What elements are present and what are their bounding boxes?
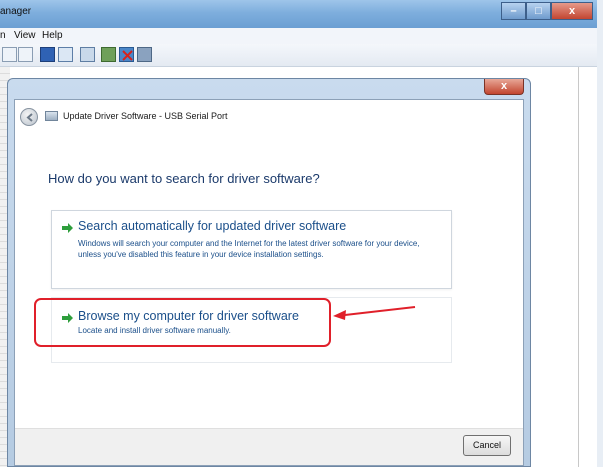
disable-icon[interactable] (137, 47, 152, 62)
dialog-close-button[interactable]: x (484, 79, 524, 95)
properties-icon[interactable] (40, 47, 55, 62)
update-driver-icon[interactable] (101, 47, 116, 62)
close-button[interactable]: x (551, 2, 593, 20)
cancel-button[interactable]: Cancel (463, 435, 511, 456)
menu-bar: n View Help (0, 28, 603, 44)
option-title: Search automatically for updated driver … (78, 219, 347, 233)
background-window-titlebar: anager – □ x (0, 0, 603, 28)
back-icon[interactable] (2, 47, 17, 62)
forward-icon[interactable] (18, 47, 33, 62)
menu-action[interactable]: n (0, 30, 6, 41)
highlight-box (34, 298, 331, 347)
red-annotation-arrow-icon (333, 306, 416, 320)
toolbar (0, 44, 603, 67)
minimize-button[interactable]: – (501, 2, 526, 20)
search-automatically-option[interactable]: Search automatically for updated driver … (51, 210, 452, 289)
uninstall-icon[interactable] (119, 47, 134, 62)
back-button[interactable] (20, 108, 38, 126)
dialog-title: Update Driver Software - USB Serial Port (63, 111, 228, 121)
update-driver-dialog: x Update Driver Software - USB Serial Po… (7, 78, 531, 467)
question-heading: How do you want to search for driver sof… (48, 171, 320, 186)
window-right-border (597, 0, 603, 467)
pane-divider (578, 67, 579, 467)
dialog-body: Update Driver Software - USB Serial Port… (14, 99, 524, 466)
dialog-footer: Cancel (15, 428, 523, 465)
window-controls: – □ x (501, 2, 593, 20)
maximize-button[interactable]: □ (526, 2, 551, 20)
option-description: Windows will search your computer and th… (78, 239, 420, 259)
device-icon (45, 111, 58, 121)
green-arrow-icon (62, 223, 73, 233)
help-icon[interactable] (58, 47, 73, 62)
background-window-title: anager (0, 6, 32, 17)
scan-hardware-icon[interactable] (80, 47, 95, 62)
menu-view[interactable]: View (14, 30, 36, 41)
menu-help[interactable]: Help (42, 30, 63, 41)
back-arrow-icon (26, 113, 33, 122)
